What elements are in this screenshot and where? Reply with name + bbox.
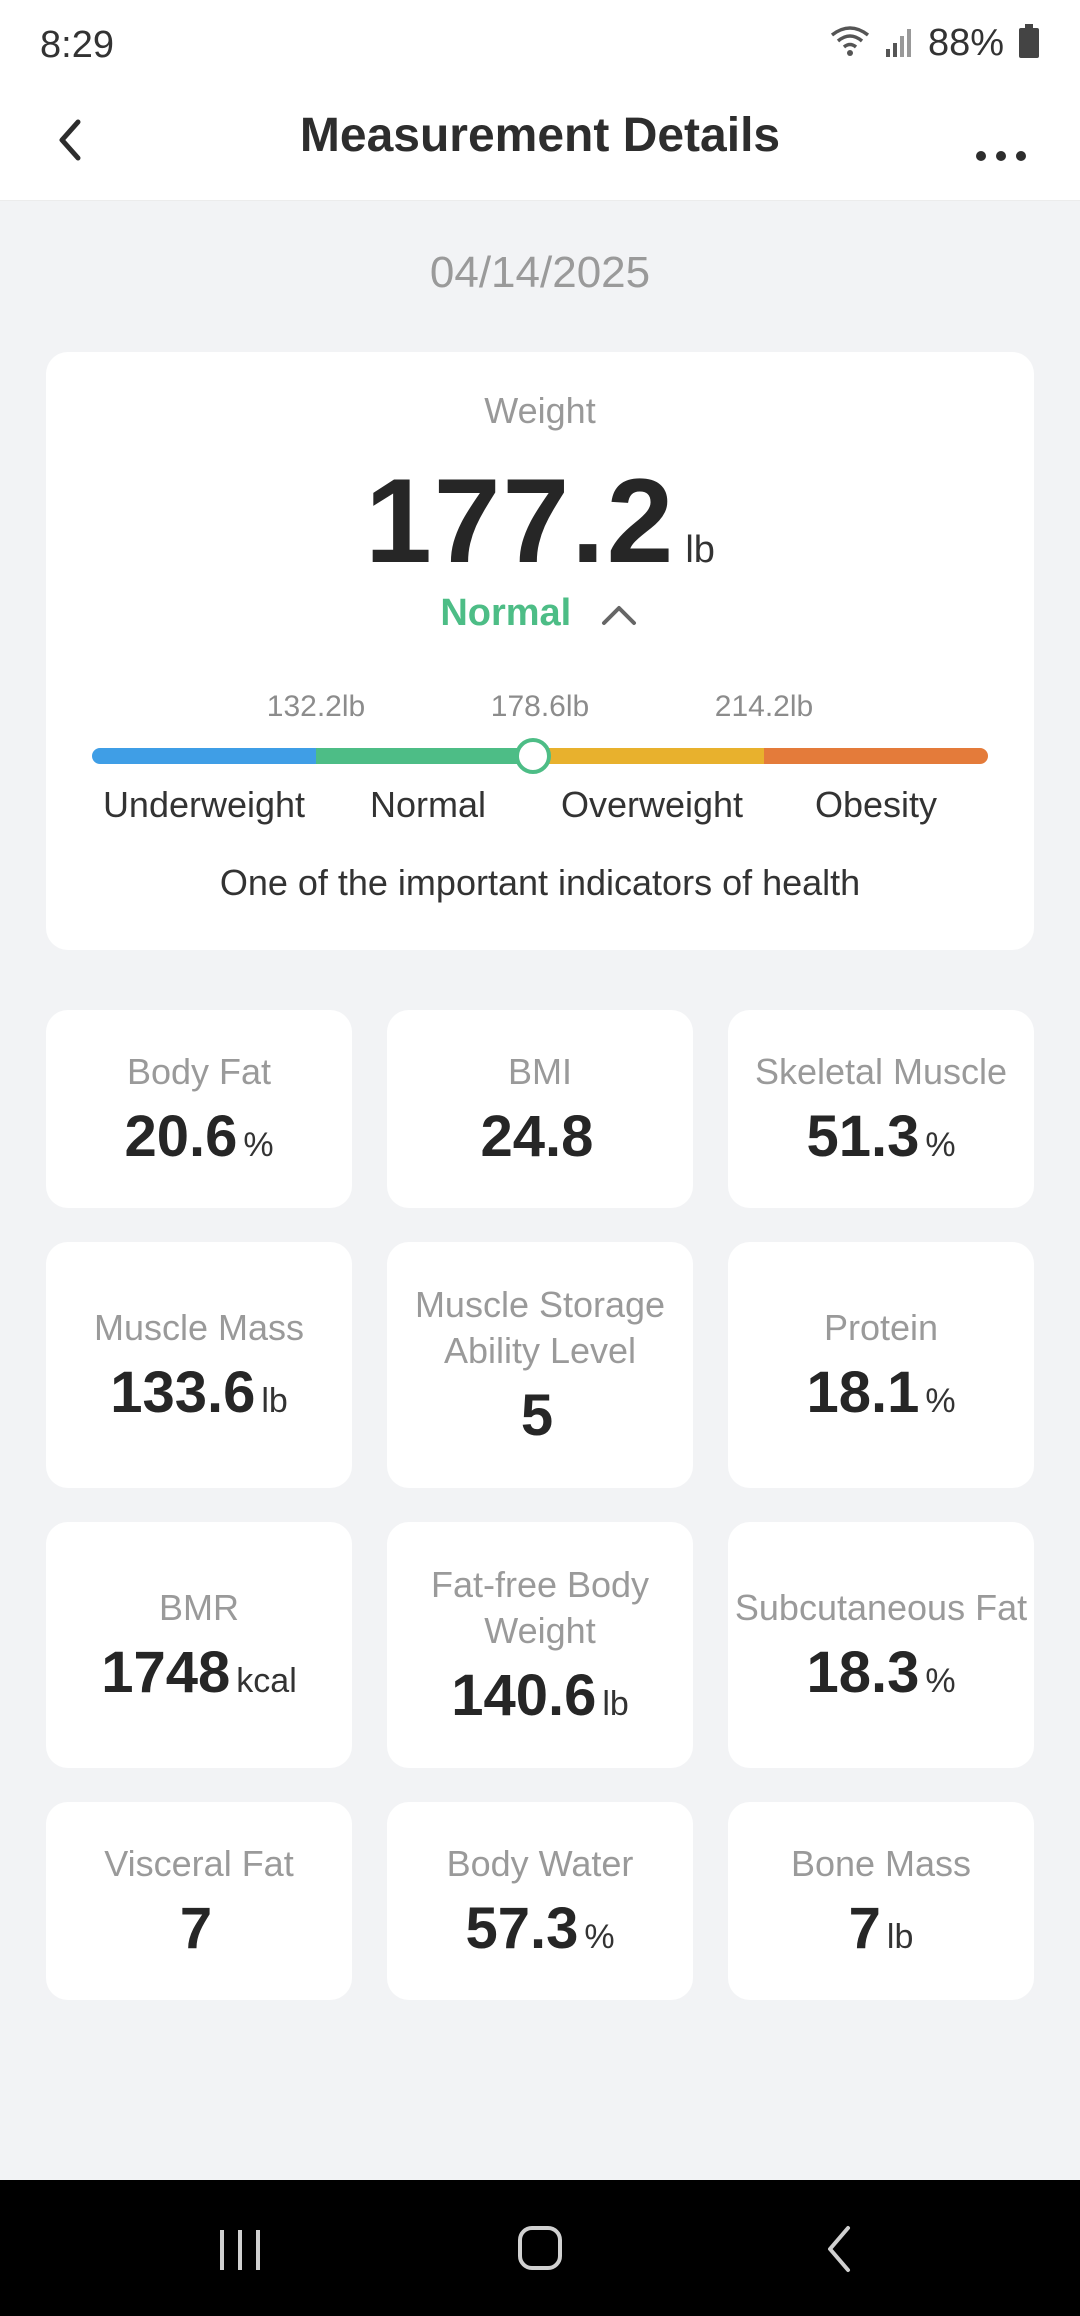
metric-card-subcutaneous-fat[interactable]: Subcutaneous Fat 18.3% xyxy=(728,1522,1034,1768)
metric-unit: % xyxy=(925,1381,956,1420)
metric-unit: lb xyxy=(261,1381,288,1420)
signal-icon xyxy=(884,25,914,62)
status-icons: 88% xyxy=(830,22,1040,65)
category-label: Underweight xyxy=(102,784,306,825)
metric-card-bmi[interactable]: BMI 24.8 xyxy=(387,1010,693,1208)
category-label: Overweight xyxy=(560,784,744,825)
weight-label: Weight xyxy=(484,390,596,431)
metric-label: Fat-free Body Weight xyxy=(430,1563,650,1651)
metric-label: Body Fat xyxy=(126,1050,272,1092)
metric-value: 7 xyxy=(179,1895,213,1961)
metric-value: 7 xyxy=(848,1895,881,1961)
weight-unit: lb xyxy=(685,529,715,571)
weight-value: 177.2 xyxy=(365,454,676,588)
metric-card-body-water[interactable]: Body Water 57.3% xyxy=(387,1802,693,2000)
weight-status-toggle[interactable]: Normal xyxy=(46,592,1034,635)
threshold-tick: 214.2lb xyxy=(714,690,814,723)
metric-label: BMI xyxy=(507,1050,572,1092)
range-segment-overweight xyxy=(540,748,764,764)
recent-apps-icon xyxy=(220,2230,260,2270)
app-bar: Measurement Details xyxy=(0,96,1080,201)
metric-unit: % xyxy=(243,1125,274,1164)
more-options-button[interactable] xyxy=(966,114,1036,174)
metric-card-fat-free-weight[interactable]: Fat-free Body Weight 140.6 lb xyxy=(387,1522,693,1768)
category-label: Normal xyxy=(369,784,487,825)
range-categories: Underweight Normal Overweight Obesity xyxy=(46,784,1034,834)
metric-value: 1748 xyxy=(101,1639,231,1705)
threshold-ticks: 132.2lb 178.6lb 214.2lb xyxy=(46,690,1034,730)
home-icon xyxy=(518,2226,562,2270)
metric-label: Visceral Fat xyxy=(104,1842,294,1884)
metric-value: 20.6 xyxy=(124,1103,238,1169)
metric-label: Body Water xyxy=(446,1842,634,1884)
metric-card-visceral-fat[interactable]: Visceral Fat 7 xyxy=(46,1802,352,2000)
weight-card[interactable]: Weight 177.2 lb Normal 132.2lb 178.6lb 21… xyxy=(46,352,1034,950)
metric-value: 133.6 xyxy=(110,1359,256,1425)
range-segment-underweight xyxy=(92,748,316,764)
metric-value: 140.6 xyxy=(451,1662,597,1728)
home-button[interactable] xyxy=(500,2214,580,2284)
metric-label: Protein xyxy=(823,1306,939,1348)
metric-unit: % xyxy=(584,1917,615,1956)
metric-unit: kcal xyxy=(236,1661,297,1700)
more-dots-icon xyxy=(976,151,1026,161)
range-segment-normal xyxy=(316,748,540,764)
metric-card-bone-mass[interactable]: Bone Mass 7 lb xyxy=(728,1802,1034,2000)
weight-description: One of the important indicators of healt… xyxy=(219,862,861,903)
metric-label: Muscle Mass xyxy=(93,1306,305,1348)
status-bar: 8:29 88% xyxy=(0,0,1080,96)
metric-card-muscle-storage[interactable]: Muscle Storage Ability Level 5 xyxy=(387,1242,693,1488)
category-label: Obesity xyxy=(814,784,938,825)
back-icon xyxy=(828,2226,850,2272)
metric-unit: % xyxy=(925,1661,956,1700)
metric-value: 5 xyxy=(520,1382,554,1448)
metric-label: Skeletal Muscle xyxy=(754,1050,1008,1092)
weight-marker xyxy=(515,738,552,774)
recent-apps-button[interactable] xyxy=(200,2214,280,2284)
metric-value: 18.1 xyxy=(806,1359,920,1425)
metric-unit: % xyxy=(925,1125,956,1164)
metric-unit: lb xyxy=(886,1917,914,1956)
status-time: 8:29 xyxy=(40,24,114,66)
metric-label: BMR xyxy=(159,1586,239,1628)
metric-card-muscle-mass[interactable]: Muscle Mass 133.6 lb xyxy=(46,1242,352,1488)
weight-value-row: 177.2 lb xyxy=(46,452,1034,590)
metric-card-body-fat[interactable]: Body Fat 20.6% xyxy=(46,1010,352,1208)
metric-card-bmr[interactable]: BMR 1748 kcal xyxy=(46,1522,352,1768)
wifi-icon xyxy=(830,25,870,62)
metric-value: 18.3 xyxy=(806,1639,920,1705)
metric-unit: lb xyxy=(602,1684,629,1723)
threshold-tick: 132.2lb xyxy=(266,690,366,723)
metric-value: 24.8 xyxy=(480,1103,594,1169)
metric-value: 51.3 xyxy=(806,1103,920,1169)
metric-label: Bone Mass xyxy=(790,1842,972,1884)
measurement-date: 04/14/2025 xyxy=(429,248,651,297)
metric-card-protein[interactable]: Protein 18.1% xyxy=(728,1242,1034,1488)
system-back-button[interactable] xyxy=(800,2214,880,2284)
battery-icon xyxy=(1018,24,1040,63)
page-title: Measurement Details xyxy=(299,109,781,162)
metric-label: Muscle Storage Ability Level xyxy=(414,1283,666,1371)
metric-value: 57.3 xyxy=(465,1895,579,1961)
metric-card-skeletal-muscle[interactable]: Skeletal Muscle 51.3% xyxy=(728,1010,1034,1208)
chevron-up-icon xyxy=(601,605,636,625)
threshold-tick: 178.6lb xyxy=(490,690,590,723)
battery-percent: 88% xyxy=(927,22,1004,64)
weight-status: Normal xyxy=(440,592,572,634)
system-nav-bar xyxy=(0,2180,1080,2316)
range-segment-obesity xyxy=(764,748,988,764)
metric-label: Subcutaneous Fat xyxy=(734,1586,1028,1628)
